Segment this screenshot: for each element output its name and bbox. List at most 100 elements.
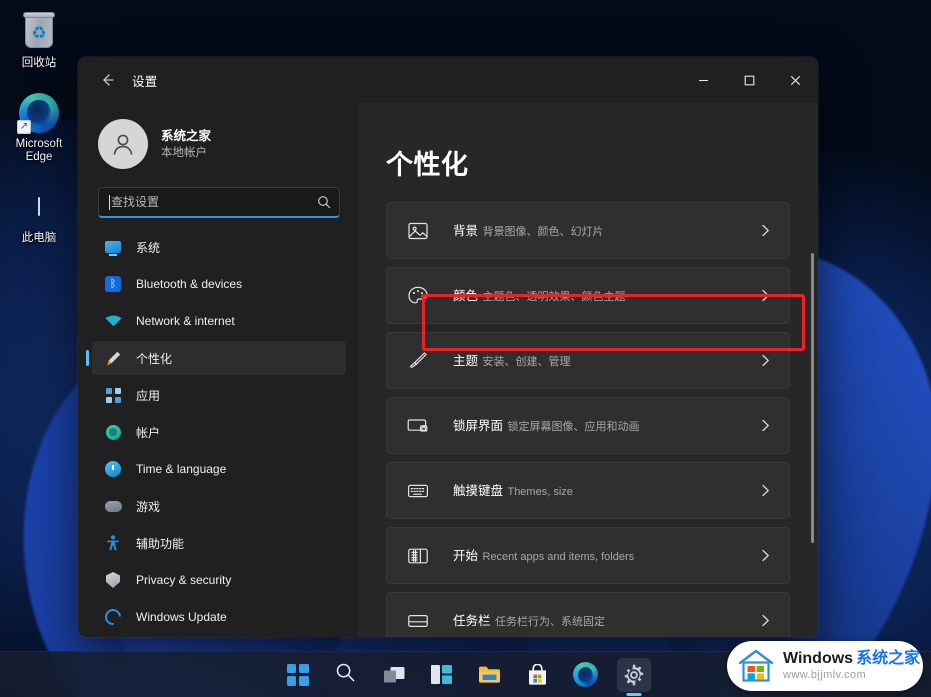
shield-icon [104, 571, 122, 589]
desktop-icon-label: 回收站 [21, 57, 57, 69]
settings-button[interactable] [616, 657, 651, 692]
start-button[interactable] [281, 658, 315, 692]
monitor-icon [104, 238, 122, 256]
task-view-icon [383, 666, 405, 684]
sidebar-item-label: 系统 [136, 240, 161, 255]
search-button[interactable] [329, 658, 363, 692]
edge-button[interactable] [569, 658, 603, 692]
account-block[interactable]: 系统之家 本地帐户 [92, 103, 346, 181]
sidebar-item-gaming[interactable]: 游戏 [92, 489, 346, 523]
brush-icon [104, 349, 122, 367]
sidebar-item-privacy-security[interactable]: Privacy & security [92, 563, 346, 597]
card-title: 锁屏界面 [453, 418, 504, 433]
card-subtitle: 任务栏行为、系统固定 [494, 615, 605, 628]
microsoft-store-button[interactable] [521, 658, 555, 692]
sidebar-item-label: 帐户 [136, 425, 161, 440]
taskbar-icon [405, 608, 431, 634]
sidebar-item-accessibility[interactable]: 辅助功能 [92, 526, 346, 560]
palette-icon [405, 283, 431, 309]
card-title: 触摸键盘 [453, 483, 504, 498]
desktop: ♻ 回收站 ↗ Microsoft Edge 此电脑 设置 系统之家 本地帐户 … [0, 0, 931, 697]
sidebar-item-label: 个性化 [136, 351, 173, 366]
settings-card-touch-keyboard[interactable]: 触摸键盘 Themes, size [386, 462, 790, 519]
account-icon [104, 423, 122, 441]
settings-card-themes[interactable]: 主题 安装、创建、管理 [386, 332, 790, 389]
sidebar-item-label: 应用 [136, 388, 161, 403]
window-body: 系统之家 本地帐户 查找设置 系统 ᛒ Bluetooth & devices … [78, 103, 818, 637]
search-wrapper [92, 181, 346, 218]
chevron-right-icon [758, 613, 773, 628]
sidebar-item-personalization[interactable]: 个性化 [92, 341, 346, 375]
chevron-right-icon [758, 223, 773, 238]
sidebar-item-label: Windows Update [136, 610, 227, 624]
sidebar-item-label: 辅助功能 [136, 536, 185, 551]
sidebar-item-system[interactable]: 系统 [92, 230, 346, 264]
store-icon [527, 663, 548, 685]
sidebar-nav: 系统 ᛒ Bluetooth & devices Network & inter… [92, 230, 346, 637]
recycle-bin-icon: ♻ [17, 10, 61, 54]
desktop-icon-recycle-bin[interactable]: ♻ 回收站 [2, 6, 76, 73]
search-icon[interactable] [317, 195, 331, 209]
windows-logo-icon [286, 663, 309, 686]
text-caret [109, 194, 110, 210]
desktop-icon-this-pc[interactable]: 此电脑 [2, 181, 76, 248]
apps-icon [104, 386, 122, 404]
content-scrollbar[interactable] [811, 253, 814, 543]
card-title: 主题 [453, 353, 479, 368]
settings-card-taskbar[interactable]: 任务栏 任务栏行为、系统固定 [386, 592, 790, 637]
chevron-right-icon [758, 353, 773, 368]
clock-icon [104, 460, 122, 478]
sidebar-item-windows-update[interactable]: Windows Update [92, 600, 346, 634]
account-name: 系统之家 [161, 128, 212, 143]
widgets-button[interactable] [425, 658, 459, 692]
card-title: 任务栏 [453, 613, 491, 628]
sidebar-item-label: 游戏 [136, 499, 161, 514]
start-icon [405, 543, 431, 569]
back-button[interactable] [90, 65, 124, 95]
card-subtitle: 锁定屏幕图像、应用和动画 [507, 420, 640, 433]
card-subtitle: Themes, size [507, 485, 573, 498]
search-input[interactable] [111, 195, 317, 209]
settings-card-colors[interactable]: 颜色 主题色、透明效果、颜色主题 [386, 267, 790, 324]
gamepad-icon [104, 497, 122, 515]
task-view-button[interactable] [377, 658, 411, 692]
sidebar-item-apps[interactable]: 应用 [92, 378, 346, 412]
avatar [98, 119, 148, 169]
sidebar-item-bluetooth-devices[interactable]: ᛒ Bluetooth & devices [92, 267, 346, 301]
wifi-icon [104, 312, 122, 330]
minimize-button[interactable] [680, 57, 726, 103]
widgets-icon [431, 665, 452, 684]
watermark-brand: Windows 系统之家 [783, 650, 921, 667]
watermark-url: www.bjjmlv.com [783, 669, 867, 681]
desktop-icon-list: ♻ 回收站 ↗ Microsoft Edge 此电脑 [0, 6, 78, 248]
sidebar-item-time-language[interactable]: Time & language [92, 452, 346, 486]
sidebar: 系统之家 本地帐户 查找设置 系统 ᛒ Bluetooth & devices … [78, 103, 358, 637]
settings-card-background[interactable]: 背景 背景图像、颜色、幻灯片 [386, 202, 790, 259]
card-title: 颜色 [453, 288, 479, 303]
search-box[interactable] [98, 187, 340, 218]
sidebar-item-accounts[interactable]: 帐户 [92, 415, 346, 449]
bluetooth-icon: ᛒ [104, 275, 122, 293]
chevron-right-icon [758, 548, 773, 563]
title-bar: 设置 [78, 57, 818, 103]
account-type: 本地帐户 [161, 146, 207, 159]
desktop-icon-microsoft-edge[interactable]: ↗ Microsoft Edge [2, 87, 76, 167]
file-explorer-button[interactable] [473, 658, 507, 692]
windows-house-logo-icon [737, 649, 775, 683]
desktop-icon-label: Microsoft Edge [15, 138, 63, 163]
settings-card-start[interactable]: 开始 Recent apps and items, folders [386, 527, 790, 584]
card-subtitle: 安装、创建、管理 [482, 355, 571, 368]
sidebar-item-network-internet[interactable]: Network & internet [92, 304, 346, 338]
watermark-badge: Windows 系统之家 www.bjjmlv.com [727, 641, 923, 691]
card-title: 背景 [453, 223, 479, 238]
maximize-button[interactable] [726, 57, 772, 103]
window-title: 设置 [132, 74, 158, 89]
content-scroll-area: 个性化 背景 背景图像、颜色、幻灯片 颜色 主题色、透明效果、颜色主题 主题 安… [358, 103, 818, 637]
window-controls [680, 57, 818, 103]
lockscreen-icon [405, 413, 431, 439]
settings-card-lock-screen[interactable]: 锁屏界面 锁定屏幕图像、应用和动画 [386, 397, 790, 454]
sidebar-item-label: Bluetooth & devices [136, 277, 243, 291]
microsoft-edge-icon [573, 662, 598, 687]
picture-icon [405, 218, 431, 244]
close-button[interactable] [772, 57, 818, 103]
